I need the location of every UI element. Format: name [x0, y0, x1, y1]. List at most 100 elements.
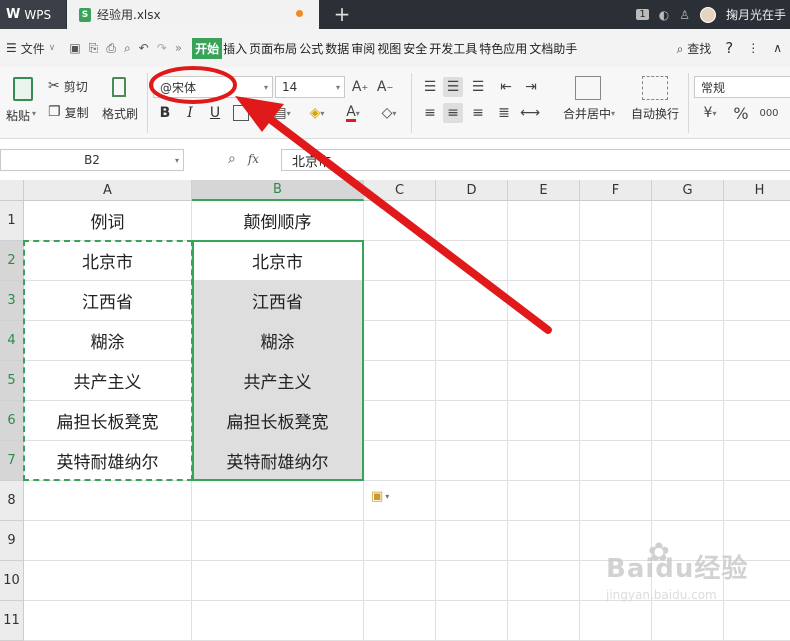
sheet-cell[interactable] [580, 481, 652, 521]
sheet-cell[interactable] [724, 441, 790, 481]
sheet-cell[interactable] [436, 601, 508, 641]
sheet-cell[interactable]: 英特耐雄纳尔 [24, 441, 192, 481]
sheet-cell[interactable] [652, 361, 724, 401]
font-name-select[interactable]: @宋体 ▾ [153, 76, 273, 98]
zoom-search-icon[interactable]: ⌕ [228, 151, 236, 167]
border-icon[interactable] [233, 105, 249, 121]
paste-label[interactable]: 粘贴 [2, 107, 34, 123]
menu-tab[interactable]: 开始 [192, 37, 223, 59]
hamburger-icon[interactable]: ☰ [6, 41, 17, 55]
window-count-badge[interactable]: 1 [636, 9, 649, 20]
chevron-down-icon[interactable]: ∨ [49, 43, 56, 53]
thousands-separator-icon[interactable]: 000 [758, 103, 780, 123]
column-header[interactable]: E [508, 180, 580, 201]
undo-icon[interactable]: ↶ [139, 41, 149, 55]
sheet-cell[interactable]: 例词 [24, 201, 192, 241]
align-middle-icon[interactable]: ☰ [443, 77, 463, 97]
sheet-cell[interactable] [508, 361, 580, 401]
format-painter-label[interactable]: 格式刷 [100, 105, 140, 121]
menu-tab[interactable]: 公式 [298, 40, 324, 57]
bold-icon[interactable]: B [157, 103, 173, 123]
paste-button[interactable] [6, 75, 40, 103]
sheet-cell[interactable] [364, 521, 436, 561]
collapse-ribbon-icon[interactable]: ∧ [773, 41, 782, 55]
row-header[interactable]: 10 [0, 561, 24, 601]
sheet-cell[interactable] [508, 401, 580, 441]
sheet-cell[interactable] [652, 321, 724, 361]
sheet-cell[interactable] [652, 201, 724, 241]
sheet-cell[interactable] [436, 321, 508, 361]
sheet-cell[interactable] [724, 481, 790, 521]
print-preview-icon[interactable]: ⌕ [124, 41, 131, 56]
justify-icon[interactable]: ≣ [494, 103, 514, 123]
paste-options-icon[interactable]: ▣ ▾ [371, 489, 389, 504]
sheet-cell[interactable] [364, 321, 436, 361]
sheet-cell[interactable] [652, 441, 724, 481]
align-bottom-icon[interactable]: ☰ [468, 77, 488, 97]
sheet-cell[interactable] [652, 241, 724, 281]
increase-font-size-icon[interactable]: A + [350, 77, 370, 97]
redo-icon[interactable]: ↷ [157, 41, 167, 55]
sheet-cell[interactable] [580, 361, 652, 401]
sheet-cell[interactable] [652, 281, 724, 321]
sheet-cell[interactable] [724, 401, 790, 441]
sheet-cell[interactable] [364, 401, 436, 441]
sheet-cell[interactable] [436, 441, 508, 481]
sheet-cell[interactable] [724, 241, 790, 281]
wrap-text-label[interactable]: 自动换行 [628, 105, 682, 121]
row-header[interactable]: 3 [0, 281, 24, 321]
sheet-cell[interactable] [24, 561, 192, 601]
sheet-cell[interactable] [652, 401, 724, 441]
sheet-cell[interactable] [364, 441, 436, 481]
row-header[interactable]: 1 [0, 201, 24, 241]
user-name[interactable]: 掬月光在手 [726, 6, 786, 23]
sheet-cell[interactable] [364, 281, 436, 321]
sheet-cell[interactable] [364, 361, 436, 401]
row-header[interactable]: 11 [0, 601, 24, 641]
sheet-cell[interactable] [580, 321, 652, 361]
sheet-cell[interactable] [24, 521, 192, 561]
sheet-cell[interactable] [364, 201, 436, 241]
sheet-cell[interactable] [364, 241, 436, 281]
sheet-cell[interactable] [436, 481, 508, 521]
sheet-cell[interactable]: 颠倒顺序 [192, 201, 364, 241]
row-header[interactable]: 8 [0, 481, 24, 521]
sheet-cell[interactable]: 共产主义 [24, 361, 192, 401]
menu-tab[interactable]: 安全 [402, 40, 428, 57]
sheet-cell[interactable] [724, 321, 790, 361]
fill-color-icon[interactable]: ◈ ▾ [304, 103, 330, 123]
align-center-icon[interactable]: ≡ [443, 103, 463, 123]
new-tab-button[interactable]: + [330, 2, 354, 26]
sheet-cell[interactable] [724, 201, 790, 241]
column-header[interactable]: A [24, 180, 192, 201]
sheet-cell[interactable] [24, 601, 192, 641]
export-icon[interactable]: ⎘ [89, 41, 99, 56]
save-icon[interactable]: ▣ [69, 41, 80, 55]
paste-dropdown-icon[interactable]: ▾ [32, 109, 36, 118]
sheet-cell[interactable]: 北京市 [192, 241, 364, 281]
sheet-cell[interactable]: 英特耐雄纳尔 [192, 441, 364, 481]
more-icon[interactable]: » [175, 41, 182, 55]
sheet-cell[interactable] [508, 561, 580, 601]
sheet-cell[interactable]: 共产主义 [192, 361, 364, 401]
menu-tab[interactable]: 开发工具 [428, 40, 478, 57]
sheet-cell[interactable] [364, 601, 436, 641]
sheet-cell[interactable] [192, 521, 364, 561]
sheet-cell[interactable] [508, 201, 580, 241]
sheet-cell[interactable] [724, 281, 790, 321]
menu-tab[interactable]: 特色应用 [478, 40, 528, 57]
copy-button[interactable]: ❐ 复制 [48, 103, 89, 121]
more-options-icon[interactable]: ⋮ [747, 41, 759, 55]
sheet-cell[interactable] [24, 481, 192, 521]
print-icon[interactable]: ⎙ [106, 41, 116, 56]
column-header[interactable]: F [580, 180, 652, 201]
distributed-icon[interactable]: ⟷ [520, 103, 540, 123]
align-top-icon[interactable]: ☰ [420, 77, 440, 97]
row-header[interactable]: 5 [0, 361, 24, 401]
sheet-cell[interactable] [508, 241, 580, 281]
row-header[interactable]: 9 [0, 521, 24, 561]
row-header[interactable]: 4 [0, 321, 24, 361]
wrap-text-icon[interactable] [642, 76, 668, 100]
sheet-cell[interactable]: 糊涂 [24, 321, 192, 361]
merge-center-button[interactable]: 合并居中 ▾ [558, 105, 620, 121]
